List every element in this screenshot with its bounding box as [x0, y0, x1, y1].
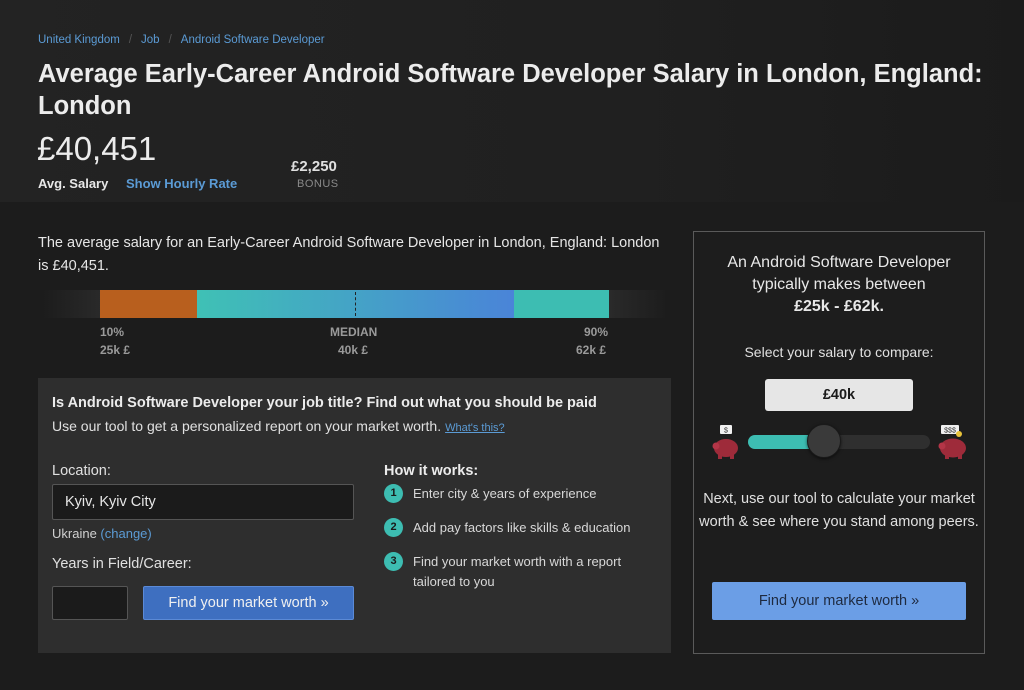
percentile-90-label: 90% [584, 325, 609, 339]
tool-subtitle-text: Use our tool to get a personalized repor… [52, 418, 442, 434]
salary-compare-panel: An Android Software Developer typically … [693, 231, 985, 654]
percentile-10-value: 25k £ [100, 343, 131, 357]
side-find-market-worth-button[interactable]: Find your market worth » [712, 582, 966, 620]
country-selector: Ukraine (change) [52, 526, 152, 541]
step-1: 1 Enter city & years of experience [384, 484, 653, 504]
next-step-text: Next, use our tool to calculate your mar… [699, 491, 979, 530]
distribution-segment-high [514, 290, 609, 318]
page-title: Average Early-Career Android Software De… [38, 60, 983, 120]
step-text: Find your market worth with a report tai… [413, 554, 622, 589]
percentile-10-label: 10% [100, 325, 125, 339]
salary-range: £25k - £62k. [794, 298, 884, 315]
location-label: Location: [52, 463, 111, 479]
median-value: 40k £ [338, 343, 369, 357]
heading-line-1: An Android Software Developer [727, 254, 951, 271]
breadcrumb-separator: / [168, 34, 172, 46]
salary-slider-handle[interactable] [807, 424, 841, 458]
salary-summary-text: The average salary for an Early-Career A… [38, 235, 660, 274]
piggy-bank-low-icon: $ [712, 425, 738, 459]
piggy-bank-high-icon: $$$ [938, 425, 966, 459]
selected-salary-value[interactable]: £40k [765, 379, 913, 411]
distribution-segment-low [100, 290, 197, 318]
step-text: Add pay factors like skills & education [413, 520, 631, 535]
years-label: Years in Field/Career: [52, 556, 192, 572]
whats-this-link[interactable]: What's this? [445, 422, 505, 434]
change-country-link[interactable]: (change) [100, 526, 151, 541]
hero-section: United Kingdom / Job / Android Software … [0, 0, 1024, 202]
step-3: 3 Find your market worth with a report t… [384, 552, 653, 592]
median-label: MEDIAN [330, 325, 378, 339]
percentile-90-value: 62k £ [576, 343, 607, 357]
bonus-label: BONUS [297, 178, 339, 190]
step-number: 3 [384, 552, 403, 571]
distribution-fade-left [42, 290, 102, 318]
location-input[interactable]: Kyiv, Kyiv City [52, 484, 354, 520]
years-input[interactable] [52, 586, 128, 620]
bonus-amount: £2,250 [291, 158, 337, 175]
salary-range-heading: An Android Software Developer typically … [694, 252, 984, 318]
market-worth-tool: Is Android Software Developer your job t… [38, 378, 671, 653]
select-salary-label: Select your salary to compare: [744, 344, 934, 360]
step-2: 2 Add pay factors like skills & educatio… [384, 518, 653, 538]
tool-question: Is Android Software Developer your job t… [52, 395, 597, 411]
breadcrumb-item-job[interactable]: Job [141, 34, 160, 46]
breadcrumb: United Kingdom / Job / Android Software … [38, 34, 325, 46]
average-salary-label: Avg. Salary [38, 176, 109, 191]
show-hourly-rate-link[interactable]: Show Hourly Rate [126, 176, 237, 191]
heading-line-2: typically makes between [752, 276, 926, 293]
average-salary-amount: £40,451 [37, 130, 157, 167]
piggy-low-tag: $ [724, 428, 728, 435]
how-it-works-title: How it works: [384, 463, 479, 479]
find-market-worth-button[interactable]: Find your market worth » [143, 586, 354, 620]
step-number: 1 [384, 484, 403, 503]
country-name: Ukraine [52, 526, 97, 541]
breadcrumb-separator: / [128, 34, 133, 46]
breadcrumb-item-android-software-developer[interactable]: Android Software Developer [181, 34, 325, 46]
piggy-high-tag: $$$ [944, 428, 956, 435]
tool-subtitle: Use our tool to get a personalized repor… [52, 418, 505, 434]
salary-distribution-bar [42, 290, 668, 318]
breadcrumb-item-united-kingdom[interactable]: United Kingdom [38, 34, 120, 46]
step-text: Enter city & years of experience [413, 486, 597, 501]
distribution-fade-right [609, 290, 668, 318]
median-marker [355, 292, 356, 316]
step-number: 2 [384, 518, 403, 537]
